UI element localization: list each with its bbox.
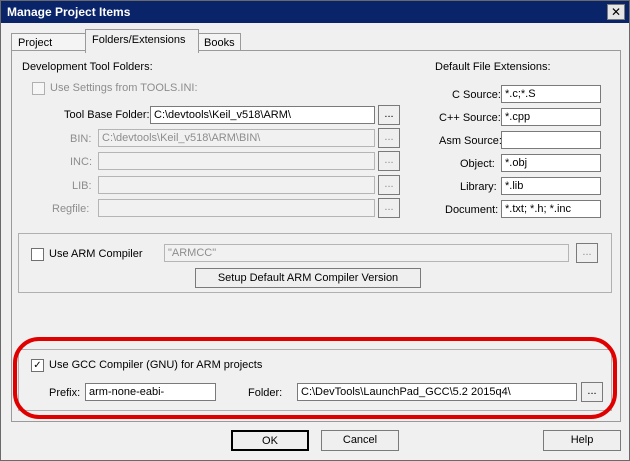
ext-c-source-label: C Source: [452,89,501,101]
use-arm-compiler-label: Use ARM Compiler [49,248,143,260]
dev-tools-group-label: Development Tool Folders: [22,61,153,73]
arm-compiler-group: Use ARM Compiler "ARMCC" ... Setup Defau… [18,233,612,293]
inc-label: INC: [70,156,92,168]
ext-c-source-input[interactable]: *.c;*.S [501,85,601,103]
regfile-browse-button[interactable]: ... [378,198,400,218]
tool-base-folder-browse-button[interactable]: ... [378,105,400,125]
ok-button[interactable]: OK [231,430,309,451]
tab-folders-extensions[interactable]: Folders/Extensions [85,29,199,53]
use-settings-checkbox[interactable] [32,82,45,95]
cancel-button[interactable]: Cancel [321,430,399,451]
inc-input[interactable] [98,152,375,170]
title-bar: Manage Project Items ✕ [1,1,629,23]
use-arm-compiler-checkbox[interactable] [31,248,44,261]
ext-document-input[interactable]: *.txt; *.h; *.inc [501,200,601,218]
bin-label: BIN: [70,133,92,145]
regfile-input[interactable] [98,199,375,217]
ext-asm-source-label: Asm Source: [439,135,502,147]
close-button[interactable]: ✕ [607,4,625,20]
bin-input[interactable]: C:\devtools\Keil_v518\ARM\BIN\ [98,129,375,147]
window-title: Manage Project Items [7,5,131,19]
help-button[interactable]: Help [543,430,621,451]
extensions-group-label: Default File Extensions: [435,61,551,73]
arm-compiler-input[interactable]: "ARMCC" [164,244,569,262]
lib-input[interactable] [98,176,375,194]
ext-document-label: Document: [445,204,499,216]
highlight-ring [13,337,617,419]
setup-arm-compiler-button[interactable]: Setup Default ARM Compiler Version [195,268,421,288]
regfile-label: Regfile: [52,203,90,215]
inc-browse-button[interactable]: ... [378,151,400,171]
bin-browse-button[interactable]: ... [378,128,400,148]
arm-compiler-browse-button[interactable]: ... [576,243,598,263]
lib-label: LIB: [72,180,92,192]
ext-library-input[interactable]: *.lib [501,177,601,195]
use-settings-label: Use Settings from TOOLS.INI: [50,82,198,94]
ext-object-label: Object: [460,158,495,170]
ext-library-label: Library: [460,181,497,193]
ext-cpp-source-input[interactable]: *.cpp [501,108,601,126]
ext-cpp-source-label: C++ Source: [439,112,501,124]
ext-object-input[interactable]: *.obj [501,154,601,172]
tool-base-folder-input[interactable]: C:\devtools\Keil_v518\ARM\ [150,106,375,124]
ext-asm-source-input[interactable] [501,131,601,149]
close-icon: ✕ [610,5,622,19]
manage-project-items-window: Manage Project Items ✕ Project Items Fol… [0,0,630,461]
lib-browse-button[interactable]: ... [378,175,400,195]
tool-base-folder-label: Tool Base Folder: [64,109,150,121]
